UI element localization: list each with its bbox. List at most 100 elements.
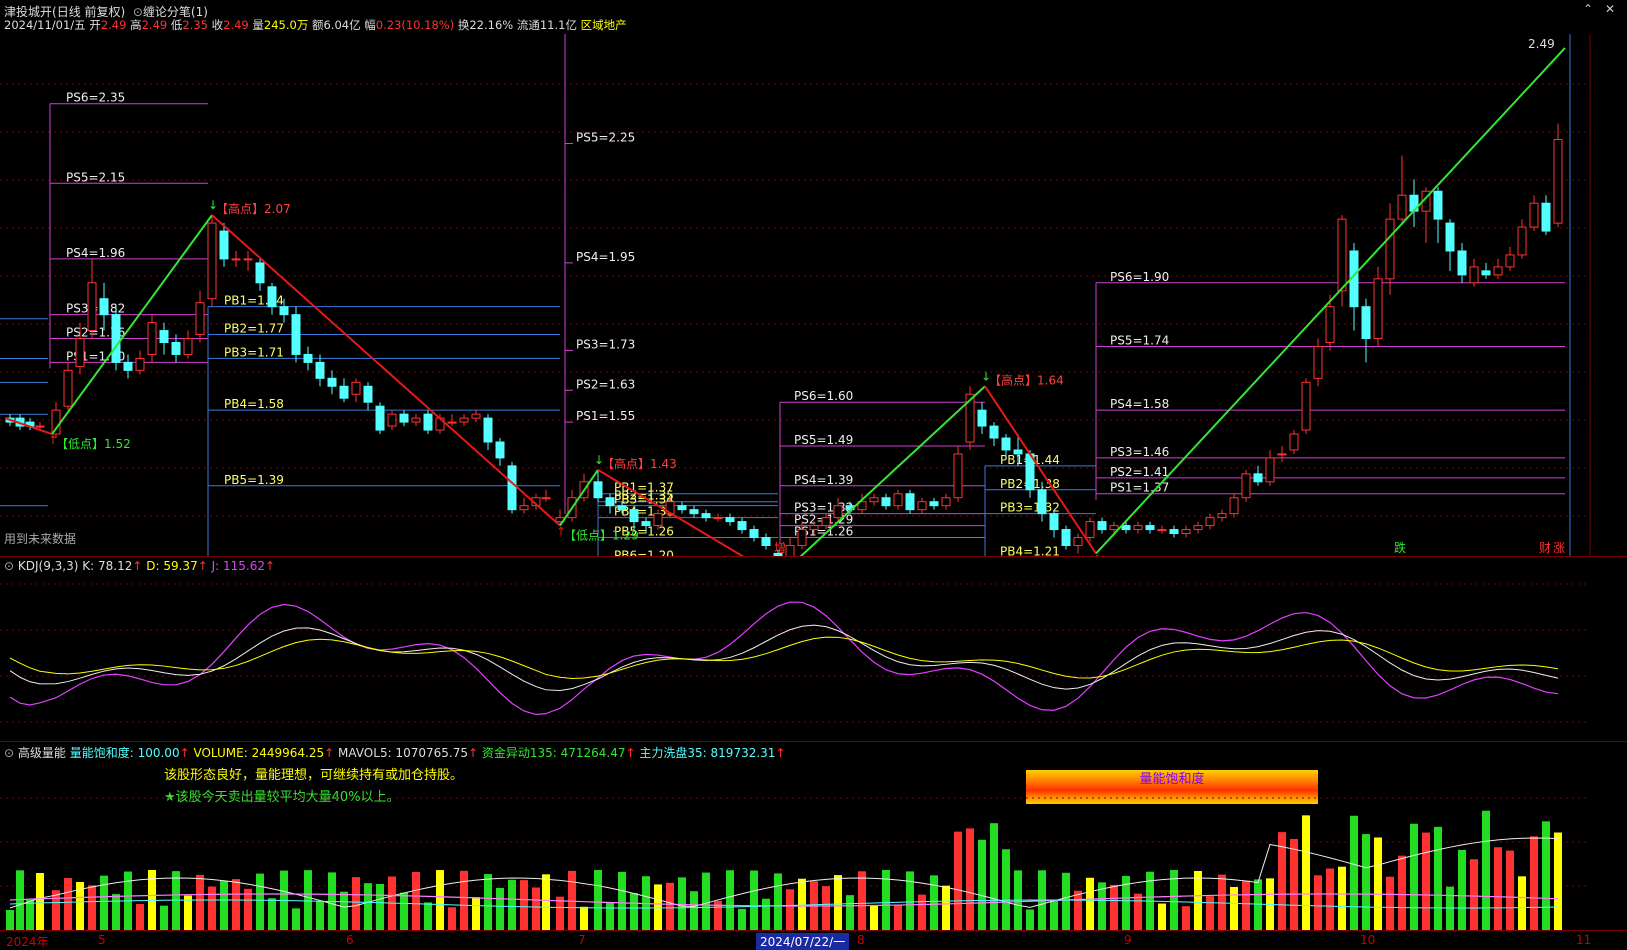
candle-body [495, 441, 505, 459]
candle-body [1121, 525, 1131, 531]
close-icon[interactable]: ✕ [1602, 2, 1618, 16]
float-label: 流通 [516, 18, 540, 32]
low-value: 2.35 [182, 18, 208, 32]
candle-body [833, 505, 843, 519]
volume-bar [1026, 909, 1034, 930]
candle-body [303, 353, 313, 363]
axis-cursor-date[interactable]: 2024/07/22/一 [756, 933, 850, 950]
kdj-name[interactable]: KDJ(9,3,3) [18, 559, 79, 573]
candle-body [1373, 278, 1383, 340]
volume-bar [1518, 876, 1526, 930]
candle-body [1013, 449, 1023, 455]
kdj-d-line [9, 636, 1559, 679]
sector-label[interactable]: 区域地产 [581, 18, 627, 32]
volume-bar [1350, 815, 1358, 930]
volume-bar [1458, 849, 1466, 930]
candle-body [905, 493, 915, 511]
volume-bar [460, 870, 468, 930]
candle-body [1493, 266, 1503, 276]
level-label: PS6=1.60 [794, 389, 853, 403]
candle-body [1529, 202, 1539, 228]
collapse-icon[interactable]: ⌃ [1580, 2, 1596, 16]
volume-bar [1314, 875, 1322, 930]
volume-bar [292, 908, 300, 930]
turnover-label: 换 [457, 18, 470, 32]
volume-bar [1194, 871, 1202, 930]
candle-body [135, 357, 145, 371]
candle-body [617, 505, 627, 511]
candle-body [605, 497, 615, 507]
signal-marker: 跌 [1394, 540, 1406, 555]
volume-bar [942, 885, 950, 930]
pane-divider[interactable] [0, 741, 1627, 742]
short-average-line [9, 899, 1559, 909]
volume-bar [484, 874, 492, 930]
amount-label: 额 [311, 18, 324, 32]
candle-body [219, 230, 229, 260]
candle-body [111, 314, 121, 363]
volume-chart[interactable] [0, 758, 1627, 930]
arrow-up-icon: ↑ [264, 559, 276, 573]
candle-body [809, 525, 819, 531]
kdj-legend: ⊙ KDJ(9,3,3) K: 78.12↑ D: 59.37↑ J: 115.… [4, 559, 275, 573]
signal-marker: 增 [774, 541, 786, 555]
kdj-toggle-icon[interactable]: ⊙ [4, 559, 14, 573]
volume-bar [798, 878, 806, 930]
candle-body [459, 417, 469, 423]
candle-body [1301, 381, 1311, 431]
volume-bar [412, 872, 420, 930]
axis-label-jun: 6 [346, 933, 354, 947]
volume-bar [606, 902, 614, 930]
axis-label-jul: 7 [578, 933, 586, 947]
level-label: PB3=1.71 [224, 345, 284, 359]
candle-body [63, 369, 73, 407]
volume-bar [376, 884, 384, 930]
candle-body [881, 497, 891, 507]
candle-body [279, 306, 289, 316]
candle-body [785, 544, 795, 556]
volume-bar [762, 898, 770, 930]
candle-body [231, 258, 241, 261]
volume-bar [666, 882, 674, 930]
candle-body [1277, 453, 1287, 456]
level-label: PB5=1.39 [224, 473, 284, 487]
volume-bar [750, 870, 758, 930]
candle-body [1037, 489, 1047, 515]
candle-body [1253, 473, 1263, 483]
volume-bar [1530, 836, 1538, 930]
future-data-note: 用到未来数据 [4, 532, 77, 546]
level-label: PS5=1.49 [794, 433, 853, 447]
kdj-chart[interactable] [0, 574, 1627, 740]
volume-bar [304, 870, 312, 930]
volume-bar [220, 880, 228, 930]
candle-body [1481, 270, 1491, 276]
volume-bar [112, 894, 120, 930]
volume-bar [6, 910, 14, 930]
candle-body [183, 338, 193, 355]
pivot-label: 【低点】1.52 [56, 437, 131, 451]
candle-body [123, 361, 133, 371]
candle-body [363, 385, 373, 403]
volume-bar [954, 831, 962, 930]
level-label: PS5=1.74 [1110, 333, 1169, 347]
candle-body [1145, 525, 1155, 531]
volume-bar [184, 895, 192, 930]
volume-bar [1434, 826, 1442, 930]
volume-bar [654, 884, 662, 930]
volume-bar [580, 906, 588, 930]
candle-body [291, 314, 301, 355]
kdj-k-line [9, 624, 1559, 692]
price-chart[interactable]: PS6=2.35PS5=2.15PS4=1.96PS3=1.82PS2=1.76… [0, 34, 1627, 556]
current-price-tag: 2.49 [1528, 37, 1555, 51]
volume-bar [568, 870, 576, 930]
candle-body [75, 338, 85, 367]
pane-divider[interactable] [0, 556, 1627, 557]
time-axis[interactable]: 2024年 5 6 7 2024/07/22/一 8 9 10 11 [0, 930, 1627, 950]
candle-body [689, 509, 699, 515]
volume-bar [520, 880, 528, 930]
candle-body [315, 361, 325, 379]
candle-body [953, 453, 963, 499]
candle-body [255, 262, 265, 284]
candle-body [629, 509, 639, 523]
volume-bar [822, 886, 830, 930]
